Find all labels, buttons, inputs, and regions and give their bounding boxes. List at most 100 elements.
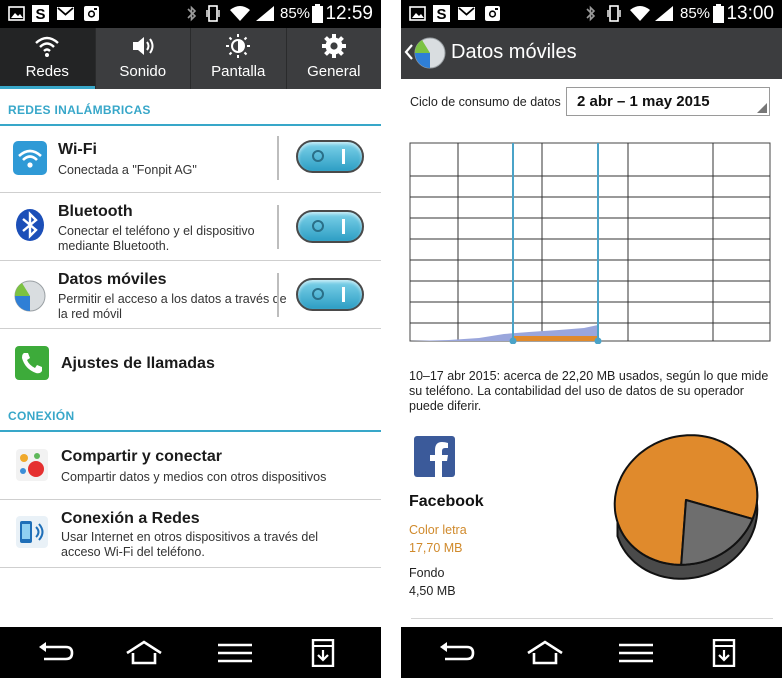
tab-label: Pantalla bbox=[211, 63, 266, 80]
settings-screen: S 85% 12:59 Redes Sonido Pantalla Genera… bbox=[0, 0, 381, 678]
vibrate-icon bbox=[206, 5, 220, 22]
usage-selection-fill bbox=[513, 336, 598, 341]
row-subtitle: Conectar el teléfono y el dispositivo me… bbox=[58, 224, 255, 253]
row-subtitle: Conectada a "Fonpit AG" bbox=[58, 163, 197, 177]
row-title: Compartir y conectar bbox=[61, 448, 222, 465]
setting-mobile-data[interactable]: Datos móviles Permitir el acceso a los d… bbox=[0, 261, 381, 329]
cycle-dropdown[interactable]: 2 abr – 1 may 2015 bbox=[566, 87, 770, 116]
wifi-status-icon bbox=[230, 6, 250, 21]
toggle-on-mark bbox=[342, 287, 345, 302]
screen-gap bbox=[381, 0, 401, 678]
vibrate-icon bbox=[607, 5, 621, 22]
setting-tethering[interactable]: Conexión a Redes Usar Internet en otros … bbox=[0, 500, 381, 568]
row-title: Ajustes de llamadas bbox=[61, 355, 215, 372]
row-divider bbox=[277, 273, 279, 317]
tab-label: Redes bbox=[25, 63, 69, 80]
gmail-icon bbox=[57, 7, 74, 20]
navigation-bar bbox=[0, 627, 381, 678]
list-divider bbox=[411, 618, 773, 627]
svg-text:S: S bbox=[35, 6, 45, 22]
home-icon[interactable] bbox=[124, 639, 164, 667]
battery-icon bbox=[312, 4, 323, 23]
cycle-value: 2 abr – 1 may 2015 bbox=[577, 93, 710, 110]
tab-general[interactable]: General bbox=[287, 28, 382, 89]
mobile-data-icon bbox=[14, 280, 46, 312]
app-name: Facebook bbox=[409, 493, 484, 510]
section-header-wireless: REDES INALÁMBRICAS bbox=[0, 92, 381, 126]
section-title: REDES INALÁMBRICAS bbox=[8, 103, 151, 117]
signal-icon bbox=[655, 6, 673, 21]
menu-icon[interactable] bbox=[215, 639, 255, 667]
row-title: Conexión a Redes bbox=[61, 510, 200, 527]
battery-percent: 85% bbox=[280, 5, 311, 22]
tab-redes[interactable]: Redes bbox=[0, 28, 96, 89]
foreground-value: 17,70 MB bbox=[409, 541, 463, 555]
row-title: Bluetooth bbox=[58, 203, 133, 220]
signal-icon bbox=[256, 6, 274, 21]
bluetooth-status-icon bbox=[187, 5, 197, 22]
status-bar: S 85% 13:00 bbox=[401, 0, 782, 28]
share-connect-icon bbox=[16, 449, 48, 481]
bluetooth-status-icon bbox=[586, 5, 596, 22]
battery-percent: 85% bbox=[680, 5, 711, 22]
battery-icon bbox=[713, 4, 724, 23]
mobile-data-toggle[interactable] bbox=[296, 278, 364, 311]
bluetooth-icon bbox=[16, 209, 44, 241]
notification-drawer-icon[interactable] bbox=[303, 639, 343, 667]
home-icon[interactable] bbox=[525, 639, 565, 667]
section-header-connection: CONEXIÓN bbox=[0, 398, 381, 432]
wifi-toggle[interactable] bbox=[296, 140, 364, 173]
background-label: Fondo bbox=[409, 566, 445, 580]
page-title: Datos móviles bbox=[451, 41, 577, 63]
cycle-label: Ciclo de consumo de datos bbox=[410, 95, 561, 109]
navigation-bar bbox=[401, 627, 782, 678]
graph-frame bbox=[409, 142, 771, 342]
settings-tabs: Redes Sonido Pantalla General bbox=[0, 28, 381, 89]
row-divider bbox=[277, 205, 279, 249]
row-title: Datos móviles bbox=[58, 271, 167, 288]
svg-text:S: S bbox=[436, 6, 446, 22]
row-title: Wi-Fi bbox=[58, 141, 97, 158]
instagram-icon bbox=[84, 6, 99, 21]
setting-call-settings[interactable]: Ajustes de llamadas bbox=[0, 329, 381, 398]
toggle-on-mark bbox=[342, 219, 345, 234]
row-divider bbox=[277, 136, 279, 180]
tab-sonido[interactable]: Sonido bbox=[96, 28, 191, 89]
app-s-icon: S bbox=[433, 5, 450, 22]
gear-icon bbox=[321, 34, 346, 58]
toggle-on-mark bbox=[342, 149, 345, 164]
row-subtitle: Permitir el acceso a los datos a través … bbox=[58, 292, 287, 321]
usage-graph bbox=[409, 142, 771, 344]
tab-pantalla[interactable]: Pantalla bbox=[191, 28, 287, 89]
wifi-icon bbox=[13, 141, 47, 175]
bluetooth-toggle[interactable] bbox=[296, 210, 364, 243]
setting-wifi[interactable]: Wi-Fi Conectada a "Fonpit AG" bbox=[0, 126, 381, 193]
usage-summary: 10–17 abr 2015: acerca de 22,20 MB usado… bbox=[409, 369, 769, 413]
back-icon[interactable] bbox=[36, 639, 76, 667]
status-time: 13:00 bbox=[726, 3, 774, 24]
back-icon[interactable] bbox=[437, 639, 477, 667]
phone-icon bbox=[15, 346, 49, 380]
toggle-off-mark bbox=[312, 220, 324, 232]
gallery-icon bbox=[409, 6, 426, 21]
status-bar: S 85% 12:59 bbox=[0, 0, 381, 28]
app-s-icon: S bbox=[32, 5, 49, 22]
app-usage-pie-chart bbox=[613, 434, 759, 580]
status-time: 12:59 bbox=[325, 3, 373, 24]
toggle-off-mark bbox=[312, 288, 324, 300]
gmail-icon bbox=[458, 7, 475, 20]
gallery-icon bbox=[8, 6, 25, 21]
speaker-icon bbox=[132, 37, 154, 55]
tab-label: General bbox=[307, 63, 361, 80]
menu-icon[interactable] bbox=[616, 639, 656, 667]
notification-drawer-icon[interactable] bbox=[704, 639, 744, 667]
wifi-icon bbox=[35, 36, 60, 57]
row-subtitle: Compartir datos y medios con otros dispo… bbox=[61, 470, 327, 484]
row-subtitle: Usar Internet en otros dispositivos a tr… bbox=[61, 530, 319, 559]
instagram-icon bbox=[485, 6, 500, 21]
foreground-label: Color letra bbox=[409, 523, 467, 537]
setting-bluetooth[interactable]: Bluetooth Conectar el teléfono y el disp… bbox=[0, 193, 381, 261]
mobile-data-icon bbox=[414, 37, 446, 69]
setting-share-connect[interactable]: Compartir y conectar Compartir datos y m… bbox=[0, 432, 381, 500]
wifi-status-icon bbox=[630, 6, 650, 21]
